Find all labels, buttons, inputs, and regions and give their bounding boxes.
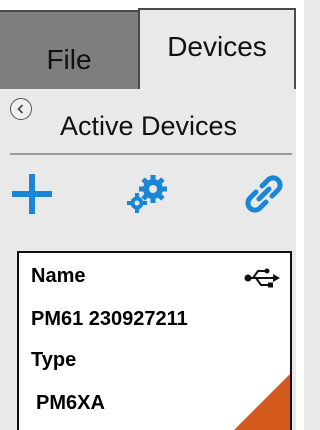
device-settings-button[interactable]: [124, 170, 172, 218]
plus-icon: [12, 174, 52, 214]
device-card[interactable]: Name PM61 230927211 Type PM6XA: [17, 251, 292, 430]
chevron-left-icon: [17, 104, 24, 114]
device-name-value: PM61 230927211: [31, 308, 188, 330]
panel-edge: [296, 89, 304, 430]
panel-header: Active Devices: [0, 89, 296, 153]
device-type-value: PM6XA: [36, 392, 105, 414]
tab-file[interactable]: File: [0, 10, 138, 89]
status-corner-indicator: [234, 374, 290, 430]
header-divider: [10, 153, 292, 155]
tab-devices-label: Devices: [167, 30, 267, 62]
tab-devices[interactable]: Devices: [138, 8, 296, 89]
back-button[interactable]: [10, 98, 32, 120]
device-name-label: Name: [31, 265, 86, 287]
panel-title: Active Devices: [60, 111, 238, 141]
device-type-label: Type: [31, 349, 77, 371]
tab-file-label: File: [46, 43, 92, 75]
device-toolbar: [0, 156, 296, 232]
gear-icon: [127, 175, 167, 213]
usb-icon: [244, 268, 280, 288]
tab-bar: File Devices: [0, 0, 304, 89]
link-icon: [245, 175, 283, 213]
link-device-button[interactable]: [240, 170, 288, 218]
add-device-button[interactable]: [8, 170, 56, 218]
